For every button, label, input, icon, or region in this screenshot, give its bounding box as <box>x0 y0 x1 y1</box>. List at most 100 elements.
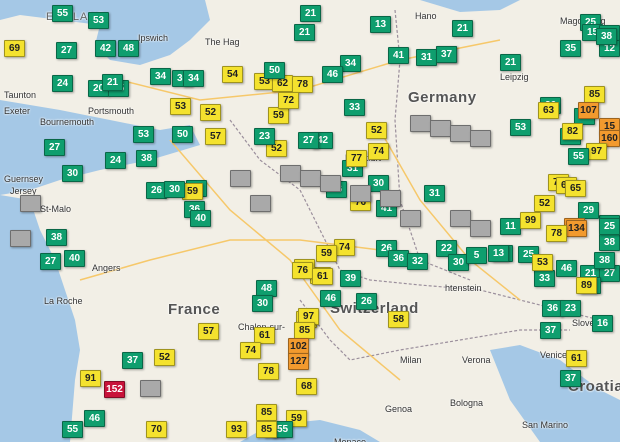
aqi-marker[interactable]: 53 <box>510 119 531 136</box>
aqi-marker[interactable]: 58 <box>388 311 409 328</box>
no-data-marker[interactable] <box>20 195 41 212</box>
aqi-marker[interactable]: 39 <box>340 270 361 287</box>
aqi-marker[interactable]: 48 <box>118 40 139 57</box>
aqi-marker[interactable]: 26 <box>356 293 377 310</box>
aqi-marker[interactable]: 27 <box>40 253 61 270</box>
aqi-marker[interactable]: 46 <box>320 290 341 307</box>
aqi-marker[interactable]: 85 <box>256 404 277 421</box>
aqi-marker[interactable]: 13 <box>370 16 391 33</box>
aqi-marker[interactable]: 53 <box>170 98 191 115</box>
aqi-marker[interactable]: 38 <box>596 28 617 45</box>
aqi-marker[interactable]: 65 <box>565 180 586 197</box>
aqi-marker[interactable]: 34 <box>150 68 171 85</box>
aqi-marker[interactable]: 41 <box>388 47 409 64</box>
aqi-marker[interactable]: 37 <box>560 370 581 387</box>
aqi-marker[interactable]: 134 <box>566 220 587 237</box>
aqi-marker[interactable]: 29 <box>578 202 599 219</box>
aqi-marker[interactable]: 50 <box>172 126 193 143</box>
aqi-marker[interactable]: 74 <box>240 342 261 359</box>
aqi-marker[interactable]: 61 <box>566 350 587 367</box>
aqi-marker[interactable]: 11 <box>500 218 521 235</box>
no-data-marker[interactable] <box>140 380 161 397</box>
aqi-marker[interactable]: 31 <box>416 49 437 66</box>
aqi-marker[interactable]: 30 <box>62 165 83 182</box>
aqi-marker[interactable]: 33 <box>534 270 555 287</box>
no-data-marker[interactable] <box>10 230 31 247</box>
no-data-marker[interactable] <box>380 190 401 207</box>
aqi-marker[interactable]: 21 <box>500 54 521 71</box>
aqi-marker[interactable]: 91 <box>80 370 101 387</box>
aqi-marker[interactable]: 54 <box>222 66 243 83</box>
no-data-marker[interactable] <box>230 170 251 187</box>
aqi-marker[interactable]: 93 <box>226 421 247 438</box>
aqi-marker[interactable]: 27 <box>44 139 65 156</box>
no-data-marker[interactable] <box>400 210 421 227</box>
aqi-marker[interactable]: 37 <box>540 322 561 339</box>
aqi-marker[interactable]: 52 <box>200 104 221 121</box>
aqi-marker[interactable]: 24 <box>105 152 126 169</box>
aqi-marker[interactable]: 85 <box>584 86 605 103</box>
aqi-marker[interactable]: 21 <box>300 5 321 22</box>
aqi-marker[interactable]: 59 <box>316 245 337 262</box>
aqi-marker[interactable]: 30 <box>164 181 185 198</box>
air-quality-map[interactable]: ENGLANDIpswichThe HagHanoMagdeburgTaunto… <box>0 0 620 442</box>
aqi-marker[interactable]: 59 <box>182 183 203 200</box>
aqi-marker[interactable]: 77 <box>346 150 367 167</box>
aqi-marker[interactable]: 74 <box>368 143 389 160</box>
aqi-marker[interactable]: 127 <box>288 353 309 370</box>
aqi-marker[interactable]: 37 <box>436 46 457 63</box>
no-data-marker[interactable] <box>470 130 491 147</box>
aqi-marker[interactable]: 78 <box>292 76 313 93</box>
no-data-marker[interactable] <box>280 165 301 182</box>
no-data-marker[interactable] <box>350 185 371 202</box>
aqi-marker[interactable]: 34 <box>340 55 361 72</box>
aqi-marker[interactable]: 40 <box>64 250 85 267</box>
aqi-marker[interactable]: 76 <box>292 262 313 279</box>
aqi-marker[interactable]: 63 <box>538 102 559 119</box>
aqi-marker[interactable]: 27 <box>56 42 77 59</box>
aqi-marker[interactable]: 152 <box>104 381 125 398</box>
aqi-marker[interactable]: 40 <box>190 210 211 227</box>
aqi-marker[interactable]: 82 <box>562 123 583 140</box>
aqi-marker[interactable]: 46 <box>322 66 343 83</box>
aqi-marker[interactable]: 74 <box>334 239 355 256</box>
aqi-marker[interactable]: 5 <box>466 247 487 264</box>
no-data-marker[interactable] <box>450 210 471 227</box>
aqi-marker[interactable]: 52 <box>534 195 555 212</box>
aqi-marker[interactable]: 21 <box>294 24 315 41</box>
no-data-marker[interactable] <box>430 120 451 137</box>
aqi-marker[interactable]: 55 <box>62 421 83 438</box>
no-data-marker[interactable] <box>320 175 341 192</box>
no-data-marker[interactable] <box>470 220 491 237</box>
no-data-marker[interactable] <box>410 115 431 132</box>
aqi-marker[interactable]: 69 <box>4 40 25 57</box>
aqi-marker[interactable]: 99 <box>520 212 541 229</box>
no-data-marker[interactable] <box>300 170 321 187</box>
aqi-marker[interactable]: 34 <box>183 70 204 87</box>
aqi-marker[interactable]: 38 <box>136 150 157 167</box>
aqi-marker[interactable]: 85 <box>294 322 315 339</box>
aqi-marker[interactable]: 72 <box>278 92 299 109</box>
aqi-marker[interactable]: 46 <box>84 410 105 427</box>
aqi-marker[interactable]: 35 <box>560 40 581 57</box>
aqi-marker[interactable]: 85 <box>256 421 277 438</box>
aqi-marker[interactable]: 23 <box>254 128 275 145</box>
aqi-marker[interactable]: 89 <box>576 277 597 294</box>
aqi-marker[interactable]: 70 <box>146 421 167 438</box>
aqi-marker[interactable]: 23 <box>560 300 581 317</box>
aqi-marker[interactable]: 25 <box>599 218 620 235</box>
aqi-marker[interactable]: 32 <box>407 253 428 270</box>
aqi-marker[interactable]: 37 <box>122 352 143 369</box>
aqi-marker[interactable]: 68 <box>296 378 317 395</box>
aqi-marker[interactable]: 13 <box>488 245 509 262</box>
aqi-marker[interactable]: 55 <box>568 148 589 165</box>
aqi-marker[interactable]: 61 <box>312 268 333 285</box>
aqi-marker[interactable]: 53 <box>133 126 154 143</box>
aqi-marker[interactable]: 97 <box>586 143 607 160</box>
aqi-marker[interactable]: 21 <box>102 74 123 91</box>
aqi-marker[interactable]: 31 <box>424 185 445 202</box>
aqi-marker[interactable]: 16 <box>592 315 613 332</box>
aqi-marker[interactable]: 30 <box>252 295 273 312</box>
aqi-marker[interactable]: 50 <box>264 62 285 79</box>
aqi-marker[interactable]: 33 <box>344 99 365 116</box>
